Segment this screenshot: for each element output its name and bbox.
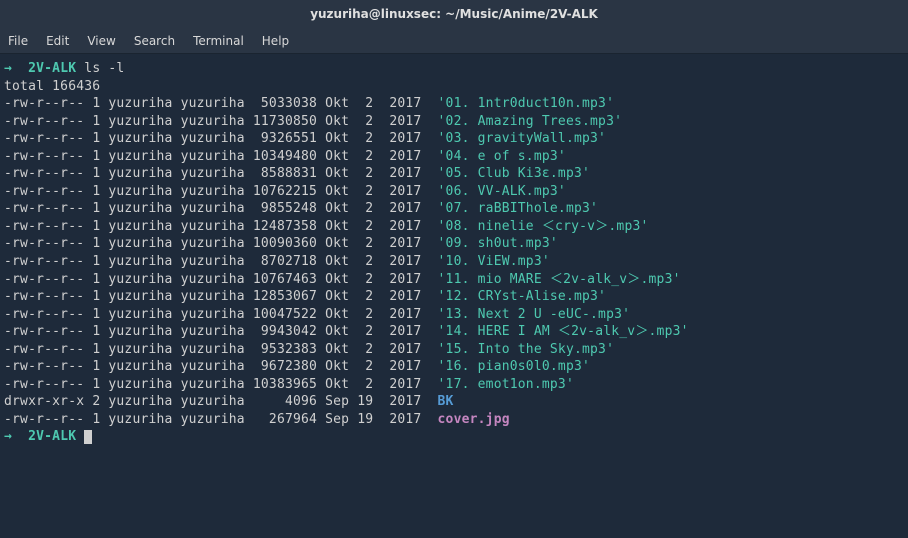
listing-row: -rw-r--r-- 1 yuzuriha yuzuriha 10090360 … (4, 235, 904, 253)
menu-file[interactable]: File (8, 34, 28, 48)
file-name: '09. sh0ut.mp3' (438, 236, 558, 251)
file-name: '03. gravityWall.mp3' (438, 131, 607, 146)
prompt-line: → 2V-ALK (4, 428, 904, 446)
prompt-arrow-icon: → (4, 61, 28, 76)
menu-help[interactable]: Help (262, 34, 289, 48)
file-name: '10. ViEW.mp3' (438, 254, 550, 269)
prompt-cwd: 2V-ALK (28, 61, 76, 76)
menu-edit[interactable]: Edit (46, 34, 69, 48)
typed-command: ls -l (84, 61, 124, 76)
listing-row: drwxr-xr-x 2 yuzuriha yuzuriha 4096 Sep … (4, 393, 904, 411)
listing-row: -rw-r--r-- 1 yuzuriha yuzuriha 5033038 O… (4, 95, 904, 113)
file-name: '14. HERE I AM ＜2v-alk_v＞.mp3' (438, 324, 689, 339)
file-name: '02. Amazing Trees.mp3' (438, 114, 623, 129)
listing-row: -rw-r--r-- 1 yuzuriha yuzuriha 10762215 … (4, 183, 904, 201)
listing-row: -rw-r--r-- 1 yuzuriha yuzuriha 12853067 … (4, 288, 904, 306)
total-line: total 166436 (4, 78, 904, 96)
listing-row: -rw-r--r-- 1 yuzuriha yuzuriha 10047522 … (4, 306, 904, 324)
listing-row: -rw-r--r-- 1 yuzuriha yuzuriha 8588831 O… (4, 165, 904, 183)
listing-row: -rw-r--r-- 1 yuzuriha yuzuriha 267964 Se… (4, 411, 904, 429)
cursor (84, 430, 92, 444)
file-name: BK (438, 394, 454, 409)
window-title: yuzuriha@linuxsec: ~/Music/Anime/2V-ALK (310, 7, 598, 21)
file-name: '05. Club Ki3ε.mp3' (438, 166, 591, 181)
file-name: '17. emot1on.mp3' (438, 377, 574, 392)
file-name: '11. mio MARE ＜2v-alk_v＞.mp3' (438, 272, 681, 287)
prompt-arrow-icon: → (4, 429, 28, 444)
file-name: '06. VV-ALK.mp3' (438, 184, 566, 199)
listing-row: -rw-r--r-- 1 yuzuriha yuzuriha 9672380 O… (4, 358, 904, 376)
listing-row: -rw-r--r-- 1 yuzuriha yuzuriha 9532383 O… (4, 341, 904, 359)
listing-row: -rw-r--r-- 1 yuzuriha yuzuriha 12487358 … (4, 218, 904, 236)
file-name: '08. ninelie ＜cry-v＞.mp3' (438, 219, 649, 234)
listing-row: -rw-r--r-- 1 yuzuriha yuzuriha 10383965 … (4, 376, 904, 394)
file-name: '07. raBBIThole.mp3' (438, 201, 599, 216)
listing-row: -rw-r--r-- 1 yuzuriha yuzuriha 9326551 O… (4, 130, 904, 148)
file-name: '13. Next 2 U -eUC-.mp3' (438, 307, 631, 322)
menu-terminal[interactable]: Terminal (193, 34, 244, 48)
listing-row: -rw-r--r-- 1 yuzuriha yuzuriha 9855248 O… (4, 200, 904, 218)
file-name: '01. 1ntr0duct10n.mp3' (438, 96, 615, 111)
file-name: cover.jpg (438, 412, 510, 427)
file-name: '15. Into the Sky.mp3' (438, 342, 615, 357)
listing-row: -rw-r--r-- 1 yuzuriha yuzuriha 10349480 … (4, 148, 904, 166)
file-name: '12. CRYst-Alise.mp3' (438, 289, 607, 304)
listing-row: -rw-r--r-- 1 yuzuriha yuzuriha 11730850 … (4, 113, 904, 131)
file-name: '04. e of s.mp3' (438, 149, 566, 164)
listing-row: -rw-r--r-- 1 yuzuriha yuzuriha 8702718 O… (4, 253, 904, 271)
listing-row: -rw-r--r-- 1 yuzuriha yuzuriha 9943042 O… (4, 323, 904, 341)
terminal-output[interactable]: → 2V-ALK ls -ltotal 166436-rw-r--r-- 1 y… (0, 54, 908, 452)
menu-bar: File Edit View Search Terminal Help (0, 28, 908, 54)
listing-row: -rw-r--r-- 1 yuzuriha yuzuriha 10767463 … (4, 271, 904, 289)
prompt-line: → 2V-ALK ls -l (4, 60, 904, 78)
prompt-cwd: 2V-ALK (28, 429, 76, 444)
menu-view[interactable]: View (87, 34, 115, 48)
file-name: '16. pian0s0l0.mp3' (438, 359, 591, 374)
title-bar: yuzuriha@linuxsec: ~/Music/Anime/2V-ALK (0, 0, 908, 28)
menu-search[interactable]: Search (134, 34, 175, 48)
